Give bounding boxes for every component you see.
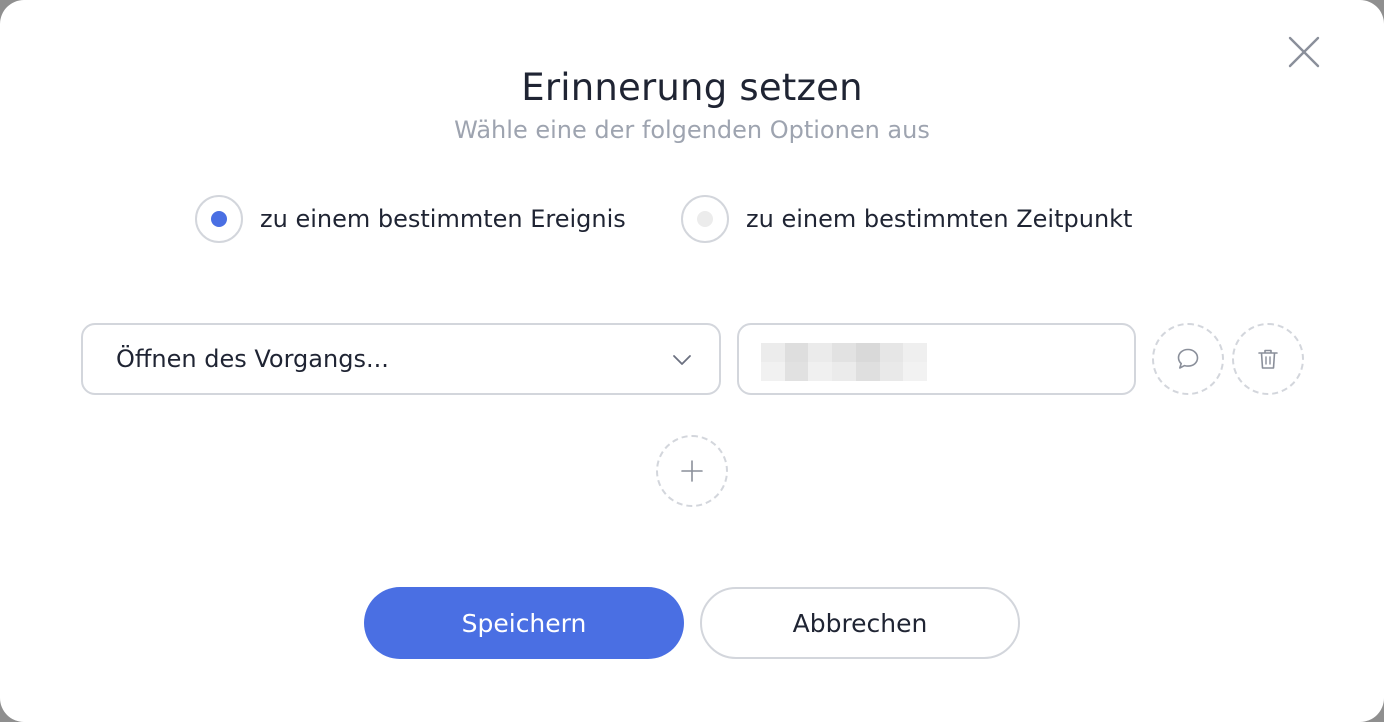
chevron-down-icon [673,355,691,365]
value-field[interactable] [737,323,1136,395]
plus-icon [681,460,703,482]
save-button[interactable]: Speichern [364,587,684,659]
reminder-type-options: zu einem bestimmten Ereignis zu einem be… [0,195,1384,245]
comment-button[interactable] [1152,323,1224,395]
event-select[interactable]: Öffnen des Vorgangs... [81,323,721,395]
radio-time[interactable]: zu einem bestimmten Zeitpunkt [681,195,1132,243]
comment-icon [1177,348,1199,369]
reminder-dialog: Erinnerung setzen Wähle eine der folgend… [0,0,1384,722]
redacted-value [761,343,927,381]
trash-icon [1258,349,1278,369]
event-select-value: Öffnen des Vorgangs... [116,345,389,373]
delete-button[interactable] [1232,323,1304,395]
cancel-button[interactable]: Abbrechen [700,587,1020,659]
dialog-subtitle: Wähle eine der folgenden Optionen aus [454,116,930,144]
radio-button[interactable] [195,195,243,243]
radio-selected-dot [211,211,227,227]
radio-event[interactable]: zu einem bestimmten Ereignis [195,195,626,243]
radio-label: zu einem bestimmten Ereignis [260,205,626,233]
radio-label: zu einem bestimmten Zeitpunkt [746,205,1133,233]
dialog-title: Erinnerung setzen [521,66,863,109]
radio-button[interactable] [681,195,729,243]
add-reminder-button[interactable] [656,435,728,507]
radio-unselected-dot [697,211,713,227]
